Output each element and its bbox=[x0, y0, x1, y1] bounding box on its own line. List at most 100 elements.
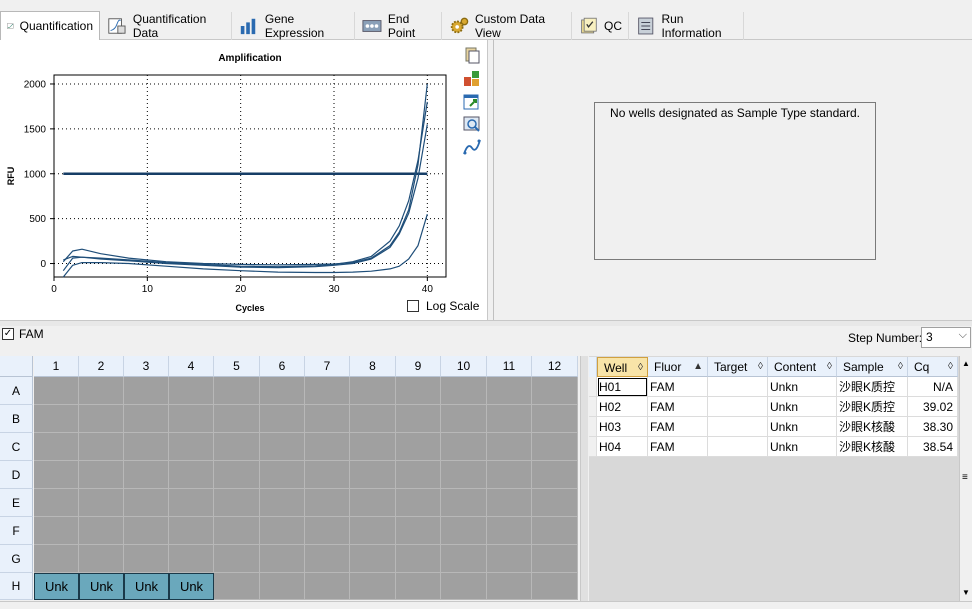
table-cell-fluor[interactable]: FAM bbox=[648, 437, 708, 457]
plate-well[interactable] bbox=[487, 377, 532, 405]
plate-well[interactable] bbox=[441, 405, 487, 433]
plate-well[interactable]: Unk bbox=[79, 573, 124, 600]
table-cell-cq[interactable]: 38.54 bbox=[908, 437, 958, 457]
table-cell-content[interactable]: Unkn bbox=[768, 437, 837, 457]
plate-well[interactable] bbox=[441, 545, 487, 573]
plate-well[interactable] bbox=[214, 433, 260, 461]
step-number-select[interactable]: 3 ⌵ bbox=[921, 327, 971, 348]
table-cell-well[interactable]: H02 bbox=[597, 397, 648, 417]
plate-well[interactable] bbox=[214, 377, 260, 405]
plate-well[interactable] bbox=[260, 573, 305, 600]
plate-well[interactable] bbox=[305, 433, 350, 461]
plate-column-header[interactable]: 1 bbox=[34, 356, 79, 377]
plate-well[interactable] bbox=[487, 405, 532, 433]
plate-well[interactable] bbox=[260, 489, 305, 517]
log-scale-checkbox[interactable] bbox=[407, 300, 419, 312]
plate-well[interactable] bbox=[350, 573, 396, 600]
plate-scrollbar[interactable] bbox=[580, 356, 588, 601]
plate-well[interactable] bbox=[441, 573, 487, 600]
plate-column-header[interactable]: 10 bbox=[441, 356, 487, 377]
plate-well[interactable] bbox=[532, 405, 578, 433]
table-cell-cq[interactable]: 38.30 bbox=[908, 417, 958, 437]
plate-well[interactable] bbox=[34, 545, 79, 573]
plate-column-header[interactable]: 4 bbox=[169, 356, 214, 377]
plate-well[interactable] bbox=[441, 489, 487, 517]
table-header-fluor[interactable]: Fluor ▲ bbox=[648, 357, 708, 377]
plate-well[interactable] bbox=[34, 433, 79, 461]
tab-qc[interactable]: QC bbox=[573, 12, 629, 40]
plate-well[interactable] bbox=[487, 489, 532, 517]
table-cell-fluor[interactable]: FAM bbox=[648, 417, 708, 437]
plate-well[interactable] bbox=[396, 489, 441, 517]
plate-column-header[interactable]: 5 bbox=[214, 356, 260, 377]
plate-well[interactable] bbox=[34, 489, 79, 517]
plate-well[interactable] bbox=[532, 377, 578, 405]
plate-well[interactable] bbox=[441, 517, 487, 545]
plate-well[interactable] bbox=[305, 405, 350, 433]
row-selector[interactable] bbox=[589, 417, 597, 437]
plate-well[interactable] bbox=[305, 377, 350, 405]
plate-well[interactable] bbox=[124, 433, 169, 461]
scroll-up-icon[interactable]: ▲ bbox=[962, 359, 970, 368]
plate-well[interactable] bbox=[124, 545, 169, 573]
plate-row-header[interactable]: D bbox=[0, 461, 33, 489]
plate-well[interactable] bbox=[487, 573, 532, 600]
table-cell-fluor[interactable]: FAM bbox=[648, 377, 708, 397]
table-cell-sample[interactable]: 沙眼K核酸 bbox=[837, 417, 908, 437]
plate-row-header[interactable]: E bbox=[0, 489, 33, 517]
plate-column-header[interactable]: 3 bbox=[124, 356, 169, 377]
plate-column-header[interactable]: 6 bbox=[260, 356, 305, 377]
plate-well[interactable] bbox=[169, 545, 214, 573]
plate-row-header[interactable]: G bbox=[0, 545, 33, 573]
table-cell-well[interactable]: H03 bbox=[597, 417, 648, 437]
plate-well[interactable] bbox=[79, 545, 124, 573]
plate-column-header[interactable]: 12 bbox=[532, 356, 578, 377]
plate-well[interactable] bbox=[214, 489, 260, 517]
plate-well[interactable] bbox=[79, 489, 124, 517]
curve-icon[interactable] bbox=[462, 138, 482, 156]
plate-well[interactable] bbox=[260, 517, 305, 545]
table-cell-well[interactable]: H04 bbox=[597, 437, 648, 457]
plate-well[interactable] bbox=[214, 573, 260, 600]
table-cell-content[interactable]: Unkn bbox=[768, 417, 837, 437]
row-selector[interactable] bbox=[589, 437, 597, 457]
plate-well[interactable] bbox=[169, 377, 214, 405]
zoom-icon[interactable] bbox=[462, 115, 482, 133]
plate-well[interactable] bbox=[169, 405, 214, 433]
tab-quantification-data[interactable]: Quantification Data bbox=[101, 12, 232, 40]
table-cell-sample[interactable]: 沙眼K核酸 bbox=[837, 437, 908, 457]
plate-well[interactable] bbox=[79, 517, 124, 545]
plate-well[interactable] bbox=[487, 461, 532, 489]
plate-well[interactable] bbox=[396, 545, 441, 573]
plate-well[interactable] bbox=[441, 377, 487, 405]
plate-row-header[interactable]: F bbox=[0, 517, 33, 545]
tab-quantification[interactable]: Quantification bbox=[0, 11, 100, 40]
tab-run-information[interactable]: Run Information bbox=[630, 12, 744, 40]
plate-well[interactable] bbox=[396, 517, 441, 545]
plate-well[interactable] bbox=[214, 405, 260, 433]
table-cell-target[interactable] bbox=[708, 417, 768, 437]
plate-well[interactable] bbox=[79, 461, 124, 489]
plate-well[interactable] bbox=[124, 461, 169, 489]
plate-well[interactable]: Unk bbox=[169, 573, 214, 600]
plate-well[interactable] bbox=[350, 377, 396, 405]
plate-well[interactable] bbox=[305, 573, 350, 600]
copy-icon[interactable] bbox=[462, 46, 482, 64]
plate-well[interactable] bbox=[124, 405, 169, 433]
table-cell-content[interactable]: Unkn bbox=[768, 377, 837, 397]
table-scrollbar[interactable]: ▲ ≡ ▼ bbox=[959, 356, 972, 601]
colors-icon[interactable] bbox=[462, 69, 482, 87]
fam-checkbox[interactable]: ✓ bbox=[2, 328, 14, 340]
plate-column-header[interactable]: 11 bbox=[487, 356, 532, 377]
plate-well[interactable] bbox=[305, 489, 350, 517]
plate-well[interactable] bbox=[124, 377, 169, 405]
export-icon[interactable] bbox=[462, 92, 482, 110]
table-cell-target[interactable] bbox=[708, 437, 768, 457]
table-cell-sample[interactable]: 沙眼K质控 bbox=[837, 397, 908, 417]
plate-row-header[interactable]: A bbox=[0, 377, 33, 405]
plate-well[interactable] bbox=[260, 405, 305, 433]
plate-well[interactable] bbox=[532, 573, 578, 600]
plate-well[interactable] bbox=[396, 405, 441, 433]
plate-well[interactable] bbox=[260, 377, 305, 405]
plate-well[interactable] bbox=[169, 461, 214, 489]
